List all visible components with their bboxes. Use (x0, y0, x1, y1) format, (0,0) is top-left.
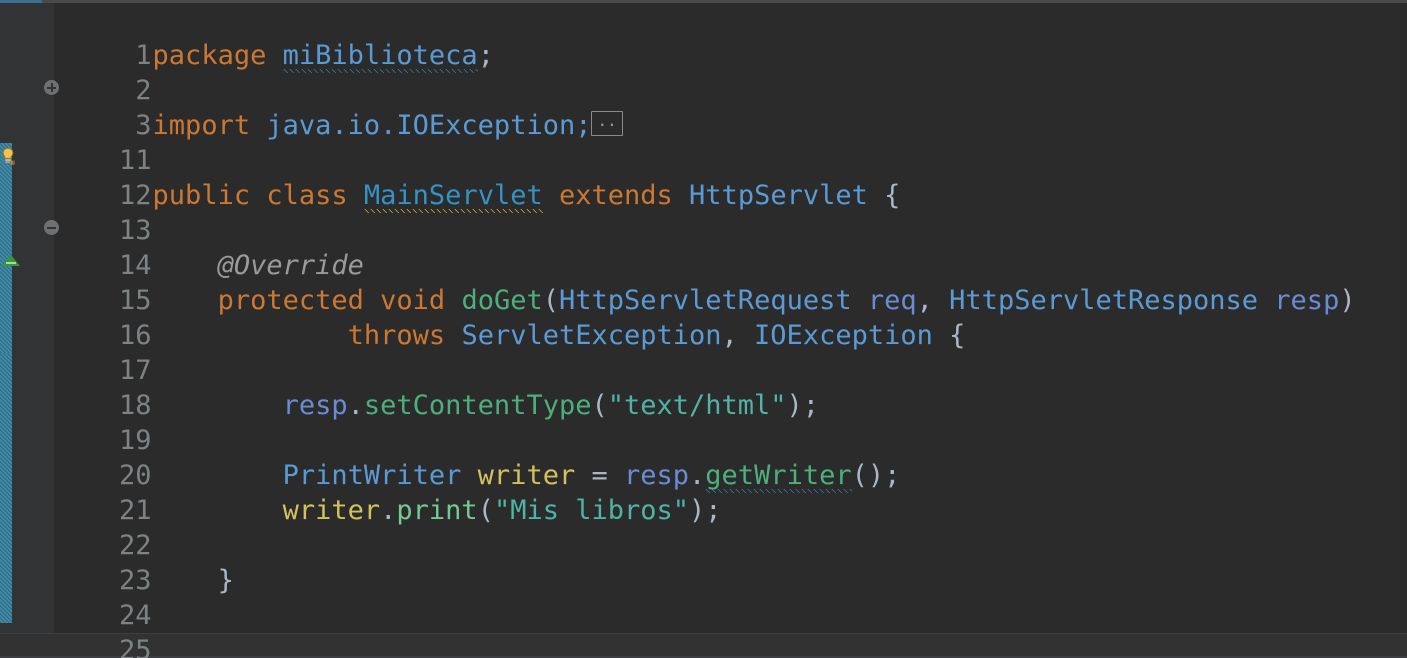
line-number: 3 (135, 110, 152, 141)
line-number: 21 (119, 495, 152, 526)
line-number: 22 (119, 530, 152, 561)
line-number: 12 (119, 180, 152, 211)
code-line[interactable]: 16 throws ServletException, IOException … (0, 283, 1407, 351)
line-number: 19 (119, 425, 152, 456)
line-number: 16 (119, 320, 152, 351)
code-line[interactable]: 25} (0, 598, 1407, 658)
line-number: 14 (119, 250, 152, 281)
fold-collapse-icon[interactable] (44, 220, 59, 235)
code-line[interactable]: 23 } (0, 528, 1407, 596)
override-triangle-icon[interactable] (2, 255, 20, 266)
code-line[interactable]: 2 (0, 38, 1407, 106)
line-number: 11 (119, 145, 152, 176)
fold-expand-icon[interactable] (44, 80, 59, 95)
code-line[interactable]: 22 (0, 493, 1407, 561)
code-line[interactable]: 15 protected void doGet(HttpServletReque… (0, 248, 1407, 316)
line-number: 25 (119, 635, 152, 658)
code-line[interactable]: 20 PrintWriter writer = resp.getWriter()… (0, 423, 1407, 494)
code-line[interactable]: 18 resp.setContentType("text/html"); (0, 353, 1407, 421)
line-number: 1 (135, 40, 152, 71)
line-number: 18 (119, 390, 152, 421)
code-line[interactable]: 21 writer.print("Mis libros"); (0, 458, 1407, 526)
code-line-current[interactable]: 26 (0, 633, 1407, 658)
code-editor[interactable]: ! 1package miBiblioteca; 2 3import java.… (0, 0, 1407, 658)
code-line[interactable]: 14 @Override (0, 213, 1407, 281)
lightbulb-warning-icon[interactable]: ! (0, 147, 17, 167)
code-line[interactable]: 17 (0, 318, 1407, 386)
line-number: 13 (119, 215, 152, 246)
line-number: 2 (135, 75, 152, 106)
code-content[interactable]: 1package miBiblioteca; 2 3import java.io… (0, 3, 1407, 658)
code-line[interactable]: 13 (0, 178, 1407, 246)
line-number: 23 (119, 565, 152, 596)
code-line[interactable]: 1package miBiblioteca; (0, 3, 1407, 74)
line-number: 24 (119, 600, 152, 631)
line-number: 15 (119, 285, 152, 316)
code-line[interactable]: 11 (0, 108, 1407, 176)
code-line[interactable]: 12public class MainServlet extends HttpS… (0, 143, 1407, 214)
code-line[interactable]: 3import java.io.IOException;.. (0, 73, 1407, 141)
code-line[interactable]: 19 (0, 388, 1407, 456)
code-line[interactable]: 24 (0, 563, 1407, 631)
line-number: 17 (119, 355, 152, 386)
svg-text:!: ! (11, 160, 15, 166)
line-number: 20 (119, 460, 152, 491)
